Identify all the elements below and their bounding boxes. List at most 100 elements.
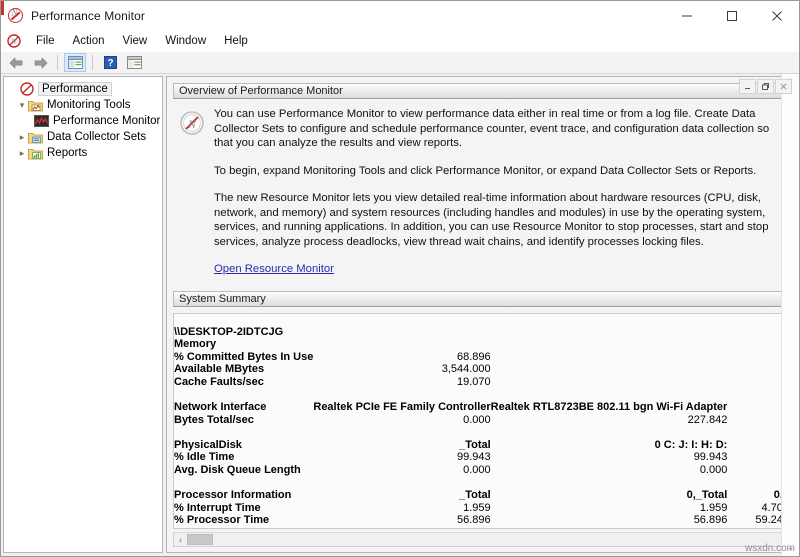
svg-text:?: ? <box>107 58 113 69</box>
system-summary-section-header[interactable]: System Summary <box>173 291 790 307</box>
horizontal-scrollbar[interactable]: ‹ › <box>173 532 790 547</box>
system-summary-header-label: System Summary <box>179 293 266 305</box>
group-label: Network Interface <box>174 401 313 414</box>
counter-value-3 <box>727 464 789 477</box>
counter-value-2: 56.896 <box>491 514 728 527</box>
overview-paragraph-2: To begin, expand Monitoring Tools and cl… <box>214 164 780 179</box>
open-resource-monitor-link[interactable]: Open Resource Monitor <box>214 263 334 275</box>
window-title: Performance Monitor <box>31 9 145 23</box>
counter-value-2: 0.000 <box>491 527 728 529</box>
chevron-right-icon-2[interactable]: ▸ <box>16 148 28 159</box>
overview-text: You can use Performance Monitor to view … <box>214 107 780 277</box>
mdi-window-controls <box>739 79 792 94</box>
title-bar: Performance Monitor <box>1 1 799 31</box>
main-body: Performance ▾ Monitoring Tools <box>1 74 799 556</box>
mdi-minimize-button[interactable] <box>739 79 756 94</box>
counter-value-1: 19.070 <box>313 376 490 389</box>
counter-value-3 <box>727 451 789 464</box>
close-button[interactable] <box>754 1 799 30</box>
svg-text:N: N <box>187 117 197 131</box>
scroll-left-arrow-icon[interactable]: ‹ <box>174 533 187 546</box>
table-row: Parking Status 0.000 0.000 0.000 <box>174 527 789 529</box>
counter-value-2: 99.943 <box>491 451 728 464</box>
properties-icon[interactable] <box>123 53 145 72</box>
tree-label-performance-monitor: Performance Monitor <box>53 115 160 127</box>
counter-label: Available MBytes <box>174 363 313 376</box>
console-tree-pane: Performance ▾ Monitoring Tools <box>3 76 163 553</box>
counter-value-3: 59.247 <box>727 514 789 527</box>
counter-value-2 <box>491 351 728 364</box>
group-col-2: Realtek RTL8723BE 802.11 bgn Wi-Fi Adapt… <box>491 401 728 414</box>
mdi-restore-button[interactable] <box>757 79 774 94</box>
table-spacer <box>174 388 789 401</box>
horizontal-scroll-thumb[interactable] <box>187 534 213 545</box>
horizontal-scroll-track[interactable] <box>187 533 776 546</box>
menu-file[interactable]: File <box>27 33 64 49</box>
group-col-2 <box>491 338 728 351</box>
counter-value-3: 0.000 <box>727 527 789 529</box>
counter-value-1: 68.896 <box>313 351 490 364</box>
table-row: Available MBytes 3,544.000 <box>174 363 789 376</box>
table-row: Network Interface Realtek PCIe FE Family… <box>174 401 789 414</box>
counter-value-3 <box>727 376 789 389</box>
menu-action[interactable]: Action <box>64 33 114 49</box>
tree-item-performance[interactable]: Performance <box>4 81 162 97</box>
menu-help[interactable]: Help <box>215 33 257 49</box>
table-spacer <box>174 477 789 490</box>
chevron-down-icon[interactable]: ▾ <box>16 100 28 111</box>
console-tree-icon[interactable] <box>64 53 86 72</box>
counter-value-3 <box>727 363 789 376</box>
table-row: Cache Faults/sec 19.070 <box>174 376 789 389</box>
counter-value-1: 0.000 <box>313 414 490 427</box>
tree-item-reports[interactable]: ▸ Reports <box>4 145 162 161</box>
system-summary-box: \\DESKTOP-2IDTCJG Memory <box>173 313 790 530</box>
svg-text:N: N <box>10 37 17 46</box>
overview-section-body: N You can use Performance Monitor to vie… <box>173 99 790 277</box>
folder-monitoring-icon <box>28 99 43 112</box>
counter-label: Avg. Disk Queue Length <box>174 464 313 477</box>
forward-arrow-icon[interactable] <box>29 53 51 72</box>
help-question-icon[interactable]: ? <box>99 53 121 72</box>
tree-item-monitoring-tools[interactable]: ▾ Monitoring Tools <box>4 97 162 113</box>
toolbar-separator <box>57 55 58 70</box>
window-controls <box>664 1 799 30</box>
counter-value-1: 1.959 <box>313 502 490 515</box>
counter-label: % Interrupt Time <box>174 502 313 515</box>
table-row: % Idle Time 99.943 99.943 <box>174 451 789 464</box>
overview-section-header[interactable]: Overview of Performance Monitor <box>173 83 790 99</box>
counter-value-3 <box>727 414 789 427</box>
counter-value-3: 4.702 <box>727 502 789 515</box>
vertical-scroll-track[interactable] <box>782 91 799 539</box>
mdi-close-button[interactable] <box>775 79 792 94</box>
tree-label-performance: Performance <box>38 82 112 96</box>
table-row: Processor Information _Total 0,_Total 0,… <box>174 489 789 502</box>
group-col-3 <box>727 338 789 351</box>
maximize-button[interactable] <box>709 1 754 30</box>
tree-item-data-collector-sets[interactable]: ▸ Data Collector Sets <box>4 129 162 145</box>
table-spacer <box>174 426 789 439</box>
table-row: Avg. Disk Queue Length 0.000 0.000 <box>174 464 789 477</box>
tree-item-performance-monitor[interactable]: Performance Monitor <box>4 113 162 129</box>
minimize-button[interactable] <box>664 1 709 30</box>
vertical-scrollbar[interactable]: ⌃ ⌄ <box>781 74 799 556</box>
menu-window[interactable]: Window <box>156 33 215 49</box>
menu-view[interactable]: View <box>114 33 157 49</box>
group-col-1: _Total <box>313 439 490 452</box>
title-accent <box>1 1 4 15</box>
group-col-3 <box>727 401 789 414</box>
counter-label: Bytes Total/sec <box>174 414 313 427</box>
counter-label: % Processor Time <box>174 514 313 527</box>
toolbar-separator-2 <box>92 55 93 70</box>
group-col-1 <box>313 338 490 351</box>
table-row: % Committed Bytes In Use 68.896 <box>174 351 789 364</box>
chevron-right-icon[interactable]: ▸ <box>16 132 28 143</box>
group-label: PhysicalDisk <box>174 439 313 452</box>
back-arrow-icon[interactable] <box>5 53 27 72</box>
counter-value-2: 0.000 <box>491 464 728 477</box>
counter-value-2 <box>491 363 728 376</box>
counter-value-2: 227.842 <box>491 414 728 427</box>
overview-header-label: Overview of Performance Monitor <box>179 85 343 97</box>
counter-value-1: 0.000 <box>313 527 490 529</box>
performance-monitor-icon: N <box>179 110 205 139</box>
table-row: Memory <box>174 338 789 351</box>
